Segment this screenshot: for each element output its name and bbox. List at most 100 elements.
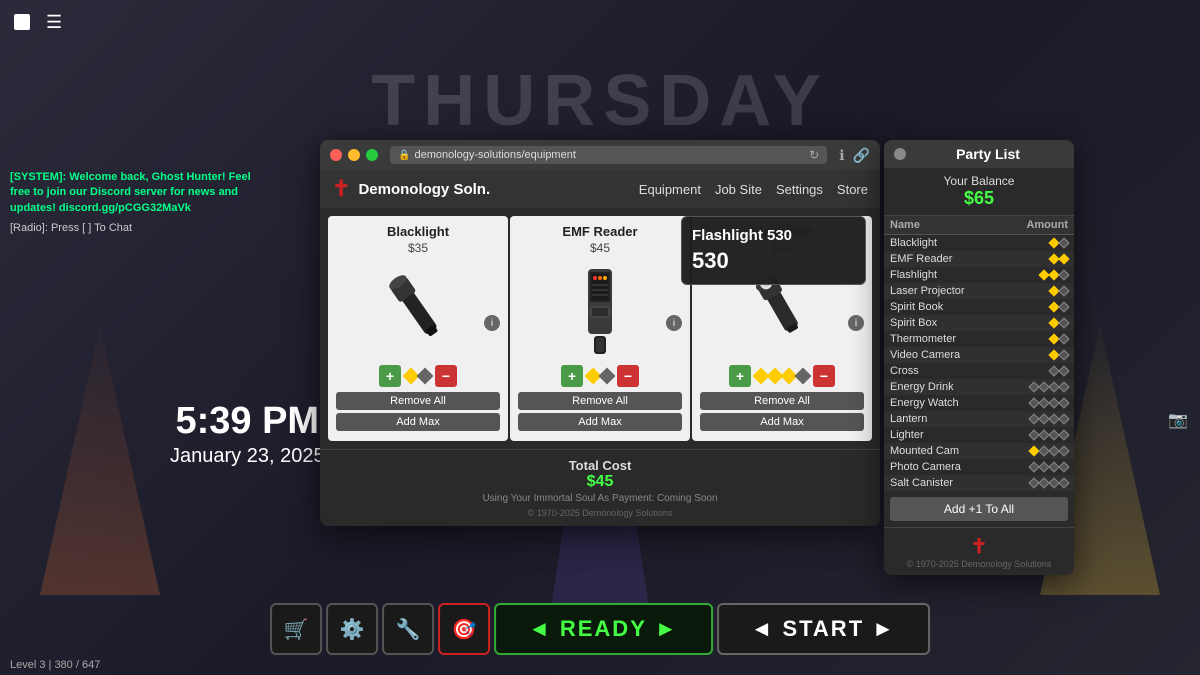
party-item-name: Photo Camera xyxy=(884,459,1001,475)
blacklight-qty-controls: + − xyxy=(336,365,500,387)
blacklight-add-btn[interactable]: + xyxy=(379,365,401,387)
party-item-amount xyxy=(1001,363,1074,379)
item-diamonds xyxy=(1007,287,1068,295)
emf-diamonds xyxy=(587,370,613,382)
party-item-amount xyxy=(1001,235,1074,252)
flashlight-info-btn[interactable]: i xyxy=(848,315,864,331)
tooltip-price: 530 xyxy=(692,248,855,274)
top-bar: ☰ xyxy=(10,10,62,34)
party-item-amount xyxy=(1001,443,1074,459)
blacklight-image xyxy=(336,261,500,361)
item-diamonds xyxy=(1007,335,1068,343)
nav-store[interactable]: Store xyxy=(837,182,868,197)
party-item-name: Thermometer xyxy=(884,331,1001,347)
blacklight-add-max-btn[interactable]: Add Max xyxy=(336,413,500,431)
party-item-name: Blacklight xyxy=(884,235,1001,252)
item-tooltip: Flashlight 530 530 xyxy=(681,216,866,285)
chat-panel: [SYSTEM]: Welcome back, Ghost Hunter! Fe… xyxy=(10,170,260,234)
title-bar: 🔒 demonology-solutions/equipment ↻ ℹ 🔗 xyxy=(320,140,880,170)
diamond-empty xyxy=(1058,333,1069,344)
party-item-name: Spirit Box xyxy=(884,315,1001,331)
diamond-empty xyxy=(1058,285,1069,296)
emf-title: EMF Reader xyxy=(518,224,682,239)
close-button[interactable] xyxy=(330,149,342,161)
brand-name: Demonology Soln. xyxy=(358,181,490,198)
tools-button[interactable]: 🔧 xyxy=(382,603,434,655)
screenshot-button[interactable]: 📷 xyxy=(1168,410,1188,430)
tooltip-price-value: 530 xyxy=(692,248,729,273)
clock-time: 5:39 PM xyxy=(170,400,325,443)
party-item-name: Laser Projector xyxy=(884,283,1001,299)
item-diamonds xyxy=(1007,271,1068,279)
party-table-row: Thermometer xyxy=(884,331,1074,347)
add-all-button[interactable]: Add +1 To All xyxy=(890,497,1068,521)
bookmark-icon[interactable]: 🔗 xyxy=(853,147,870,164)
diamond-empty xyxy=(1058,381,1069,392)
emf-remove-all-btn[interactable]: Remove All xyxy=(518,392,682,410)
blacklight-info-btn[interactable]: i xyxy=(484,315,500,331)
nav-settings[interactable]: Settings xyxy=(776,182,823,197)
emf-add-max-btn[interactable]: Add Max xyxy=(518,413,682,431)
brand: ✝ Demonology Soln. xyxy=(332,176,490,202)
target-button[interactable]: 🎯 xyxy=(438,603,490,655)
emf-image xyxy=(518,261,682,361)
party-title-bar: Party List xyxy=(884,140,1074,168)
blacklight-remove-all-btn[interactable]: Remove All xyxy=(336,392,500,410)
party-table-row: Salt Canister xyxy=(884,475,1074,491)
diamond-filled xyxy=(1058,253,1069,264)
info-icon[interactable]: ℹ xyxy=(839,147,844,164)
party-item-amount xyxy=(1001,347,1074,363)
flashlight-minus-btn[interactable]: − xyxy=(813,365,835,387)
party-item-name: Video Camera xyxy=(884,347,1001,363)
party-table: Name Amount BlacklightEMF ReaderFlashlig… xyxy=(884,216,1074,491)
cart-button[interactable]: 🛒 xyxy=(270,603,322,655)
party-item-name: Flashlight xyxy=(884,267,1001,283)
diamond-empty xyxy=(1058,429,1069,440)
party-table-row: Photo Camera xyxy=(884,459,1074,475)
flashlight-add-max-btn[interactable]: Add Max xyxy=(700,413,864,431)
system-prefix: [SYSTEM]: xyxy=(10,171,66,183)
flashlight-add-btn[interactable]: + xyxy=(729,365,751,387)
footer-note: Using Your Immortal Soul As Payment: Com… xyxy=(328,493,872,504)
nav-links: Equipment Job Site Settings Store xyxy=(639,182,868,197)
party-item-name: Energy Watch xyxy=(884,395,1001,411)
party-table-row: Energy Drink xyxy=(884,379,1074,395)
party-item-amount xyxy=(1001,251,1074,267)
item-diamonds xyxy=(1007,415,1068,423)
menu-icon[interactable]: ☰ xyxy=(46,12,62,33)
col-amount: Amount xyxy=(1001,216,1074,235)
settings-button[interactable]: ⚙️ xyxy=(326,603,378,655)
diamond-empty xyxy=(1058,317,1069,328)
balance-label: Your Balance xyxy=(890,174,1068,188)
party-table-row: Mounted Cam xyxy=(884,443,1074,459)
diamond-empty xyxy=(1058,237,1069,248)
total-amount: $45 xyxy=(328,473,872,491)
party-item-name: Energy Drink xyxy=(884,379,1001,395)
system-message: [SYSTEM]: Welcome back, Ghost Hunter! Fe… xyxy=(10,170,260,216)
level-bar: Level 3 | 380 / 647 xyxy=(10,659,100,671)
flashlight-remove-all-btn[interactable]: Remove All xyxy=(700,392,864,410)
item-diamonds xyxy=(1007,367,1068,375)
party-table-row: EMF Reader xyxy=(884,251,1074,267)
item-diamonds xyxy=(1007,351,1068,359)
equipment-card-blacklight: Blacklight $35 i + xyxy=(328,216,508,441)
emf-minus-btn[interactable]: − xyxy=(617,365,639,387)
start-button[interactable]: ◄ START ► xyxy=(717,603,930,655)
ready-arrow-left: ◄ xyxy=(528,616,552,642)
party-item-name: Lighter xyxy=(884,427,1001,443)
emf-info-btn[interactable]: i xyxy=(666,315,682,331)
blacklight-minus-btn[interactable]: − xyxy=(435,365,457,387)
browser-footer: Total Cost $45 Using Your Immortal Soul … xyxy=(320,449,880,526)
party-table-row: Spirit Book xyxy=(884,299,1074,315)
minimize-button[interactable] xyxy=(348,149,360,161)
nav-equipment[interactable]: Equipment xyxy=(639,182,701,197)
ready-button[interactable]: ◄ READY ► xyxy=(494,603,713,655)
maximize-button[interactable] xyxy=(366,149,378,161)
refresh-icon[interactable]: ↻ xyxy=(809,148,819,162)
nav-jobsite[interactable]: Job Site xyxy=(715,182,762,197)
emf-add-btn[interactable]: + xyxy=(561,365,583,387)
lock-icon: 🔒 xyxy=(398,150,410,161)
party-item-name: Lantern xyxy=(884,411,1001,427)
radio-message: [Radio]: Press [ ] To Chat xyxy=(10,222,260,234)
brand-cross-icon: ✝ xyxy=(332,176,350,202)
